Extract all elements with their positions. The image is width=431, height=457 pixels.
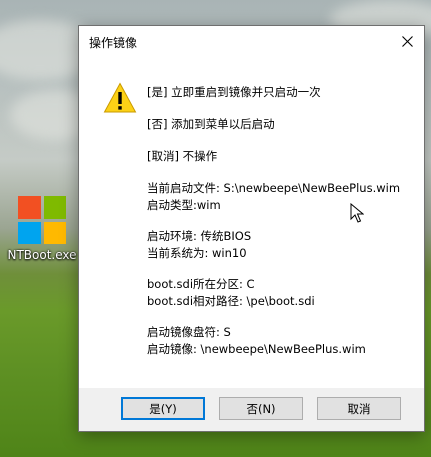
option-no-text: [否] 添加到菜单以后启动 <box>147 117 275 131</box>
boot-sdi-partition: boot.sdi所在分区: C <box>147 277 255 291</box>
dialog-title: 操作镜像 <box>89 36 138 50</box>
option-yes-text: [是] 立即重启到镜像并只启动一次 <box>147 85 321 99</box>
mouse-cursor-icon <box>350 203 364 223</box>
message-dialog: 操作镜像 [是] 立即重启到镜像并只启动一次 [否] 添加到菜单以后启动 [取消… <box>78 25 425 432</box>
boot-image-drive: 启动镜像盘符: S <box>147 325 231 339</box>
boot-sdi-path: boot.sdi相对路径: \pe\boot.sdi <box>147 294 315 308</box>
option-cancel-text: [取消] 不操作 <box>147 149 218 163</box>
close-button[interactable] <box>390 26 424 56</box>
desktop-background: NTBoot.exe 操作镜像 [是] 立即重启到镜像并只启动一次 [否] 添加… <box>0 0 431 457</box>
desktop-icon-ntboot[interactable]: NTBoot.exe <box>4 188 80 262</box>
dialog-button-bar: 是(Y) 否(N) 取消 <box>79 388 424 431</box>
windows-logo-icon <box>18 196 66 244</box>
dialog-titlebar[interactable]: 操作镜像 <box>79 26 424 56</box>
warning-icon <box>103 82 137 113</box>
boot-environment: 启动环境: 传统BIOS <box>147 229 252 243</box>
yes-button[interactable]: 是(Y) <box>121 397 205 420</box>
current-system: 当前系统为: win10 <box>147 246 247 260</box>
current-boot-file: 当前启动文件: S:\newbeepe\NewBeePlus.wim <box>147 181 401 195</box>
boot-type: 启动类型:wim <box>147 198 221 212</box>
cancel-button[interactable]: 取消 <box>317 397 401 420</box>
dialog-message: [是] 立即重启到镜像并只启动一次 [否] 添加到菜单以后启动 [取消] 不操作… <box>147 84 417 358</box>
desktop-icon-label: NTBoot.exe <box>7 248 77 262</box>
close-icon <box>401 35 413 47</box>
boot-image-path: 启动镜像: \newbeepe\NewBeePlus.wim <box>147 342 366 356</box>
no-button[interactable]: 否(N) <box>219 397 303 420</box>
